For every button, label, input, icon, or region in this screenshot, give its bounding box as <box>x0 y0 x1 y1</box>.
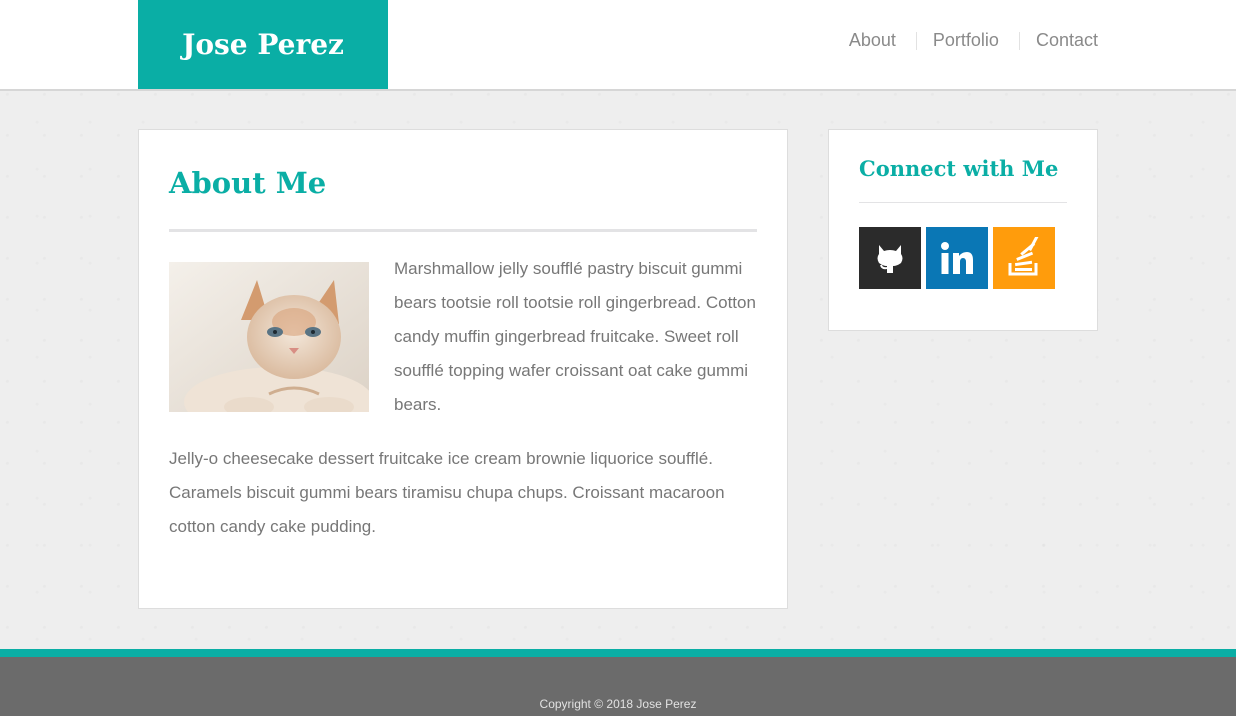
cat-photo <box>169 262 369 412</box>
nav-portfolio-link[interactable]: Portfolio <box>917 30 999 51</box>
about-card: About Me Marshmallow jelly soufflé pastr… <box>138 129 788 609</box>
title-divider <box>169 229 757 232</box>
github-icon <box>877 245 903 273</box>
nav-contact-link[interactable]: Contact <box>1020 30 1098 51</box>
nav-about-link[interactable]: About <box>849 30 896 51</box>
stackoverflow-link[interactable] <box>993 227 1055 289</box>
site-footer: Copyright © 2018 Jose Perez <box>0 657 1236 716</box>
social-links <box>859 227 1055 289</box>
stackoverflow-icon <box>1008 237 1039 276</box>
linkedin-link[interactable] <box>926 227 988 289</box>
github-link[interactable] <box>859 227 921 289</box>
main-nav: About Portfolio Contact <box>849 30 1098 51</box>
about-content: Marshmallow jelly soufflé pastry biscuit… <box>169 252 759 544</box>
copyright-text: Copyright © 2018 Jose Perez <box>539 697 697 711</box>
footer-accent-bar <box>0 649 1236 657</box>
about-paragraph: Jelly-o cheesecake dessert fruitcake ice… <box>169 449 725 536</box>
connect-title: Connect with Me <box>859 156 1059 181</box>
connect-card: Connect with Me <box>828 129 1098 331</box>
site-header: Jose Perez About Portfolio Contact <box>0 0 1236 91</box>
linkedin-icon <box>941 242 973 274</box>
connect-divider <box>859 202 1067 203</box>
about-title: About Me <box>169 166 327 200</box>
site-logo[interactable]: Jose Perez <box>138 0 388 89</box>
